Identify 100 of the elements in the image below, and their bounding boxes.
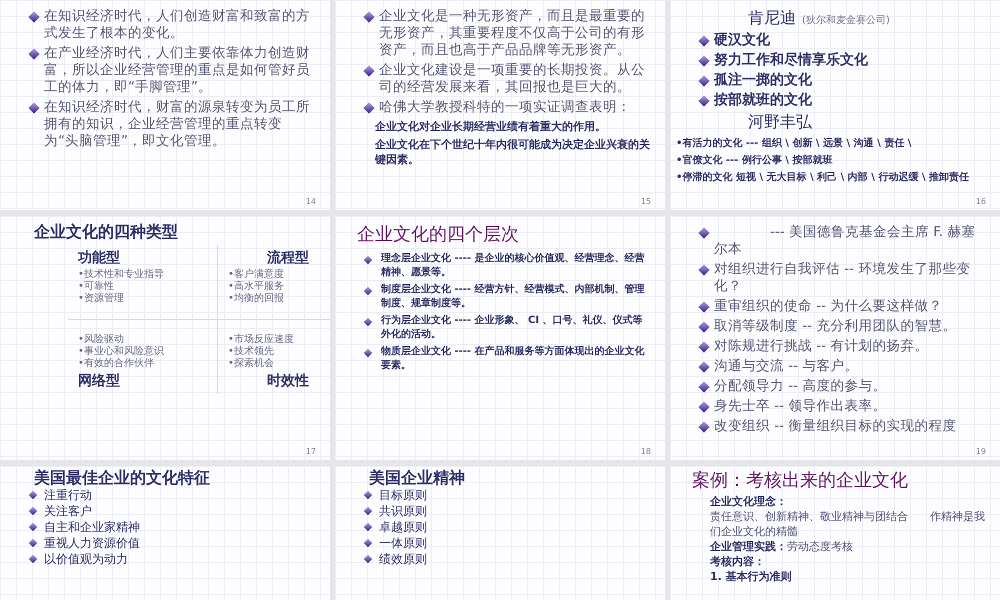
slide-text: 行为层企业文化 ---- 企业形象、 CI 、口号、礼仪、仪式等外化的活动。: [381, 314, 644, 342]
slide-text: 在知识经济时代，财富的源泉转变为员工所拥有的知识，企业经营管理的重点转变为“头脑管理”，即文化管理。: [44, 99, 311, 150]
slide-text: •可靠性: [78, 281, 115, 293]
diamond-bullet-icon: [364, 538, 372, 548]
slide-text: •高水平服务: [228, 281, 285, 292]
slide-number: 15: [640, 197, 651, 206]
slide-text: •官僚文化 --- 例行公事 \ 按部就班: [676, 153, 834, 167]
diamond-bullet-icon: [363, 65, 375, 77]
slide-text: 取消等级制度 -- 充分利用团队的智慧。: [714, 318, 958, 335]
diamond-bullet-icon: [364, 348, 372, 358]
diamond-bullet-icon: [28, 48, 40, 60]
diamond-bullet-icon: [698, 381, 710, 393]
diamond-bullet-icon: [698, 55, 710, 67]
slide-text: 在产业经济时代，人们主要依靠体力创造财富，所以企业经营管理的重点是如何管好员工的体力，即“手脚管理”。: [44, 45, 311, 96]
diamond-bullet-icon: [698, 75, 710, 87]
heading-text: 河野丰弘: [748, 112, 812, 133]
slide-text: •有效的合作伙伴: [78, 358, 155, 370]
slide-text: 对陈规进行挑战 -- 有计划的扬弃。: [714, 338, 930, 355]
slide-text: 努力工作和尽情享乐文化: [714, 52, 869, 69]
slide-text: 在知识经济时代，人们创造财富和致富的方式发生了根本的变化。: [44, 8, 311, 42]
slide-title: 企业文化的四个层次: [357, 224, 520, 246]
slide-number: 17: [306, 447, 316, 456]
diamond-bullet-icon: [364, 522, 372, 532]
slide-text: •技术领先: [228, 346, 275, 358]
slide-text: 按部就班的文化: [714, 92, 813, 109]
slide-text: •均衡的回报: [228, 293, 285, 305]
slide-text: 重审组织的使命 -- 为什么要这样做？: [714, 298, 944, 315]
diamond-bullet-icon: [363, 11, 375, 23]
slide-text: 企业文化对企业长期经营业绩有着重大的作用。: [375, 119, 607, 134]
slide-text: 沟通与交流 -- 与客户。: [714, 358, 860, 375]
diamond-bullet-icon: [698, 95, 710, 107]
diamond-bullet-icon: [28, 538, 38, 548]
slide-text: 对组织进行自我评估 -- 环境发生了那些变化？: [714, 261, 972, 295]
diamond-bullet-icon: [698, 227, 710, 239]
quadrant-title: 功能型: [78, 249, 121, 267]
slide-text: 身先士卒 -- 领导作出表率。: [714, 398, 888, 415]
diamond-bullet-icon: [364, 490, 372, 500]
heading-note: (狄尔和麦金赛公司): [802, 14, 890, 27]
diamond-bullet-icon: [28, 11, 40, 23]
slide-text: •有活力的文化 --- 组织 \ 创新 \ 远景 \ 沟通 \ 责任 \: [676, 136, 912, 150]
diamond-bullet-icon: [28, 522, 38, 532]
slide-title: 案例：考核出来的企业文化: [692, 470, 909, 492]
diamond-bullet-icon: [363, 102, 375, 114]
slide-text: 一体原则: [379, 535, 428, 551]
slide-text: •停滞的文化 短视 \ 无大目标 \ 利己 \ 内部 \ 行动迟缓 \ 推卸责任: [676, 170, 970, 184]
slide-text: •探索机会: [228, 358, 275, 370]
slide-text: 分配领导力 -- 高度的参与。: [714, 378, 888, 395]
heading-text: 肯尼迪: [748, 8, 796, 29]
diamond-bullet-icon: [364, 286, 372, 296]
slide-text: •技术性和专业指导: [78, 269, 165, 280]
slide-number: 18: [640, 447, 651, 456]
slide-text: 目标原则: [379, 487, 428, 503]
slide-text: 绩效原则: [379, 551, 428, 567]
slide-title: 美国最佳企业的文化特征: [32, 470, 211, 485]
slide-text: 物质层企业文化 ---- 在产品和服务等方面体现出的企业文化要素。: [381, 345, 646, 373]
diamond-bullet-icon: [364, 318, 372, 326]
slide-text: 企业文化在下个世纪十年内很可能成为决定企业兴衰的关键因素。: [375, 137, 651, 167]
diamond-bullet-icon: [28, 554, 38, 564]
slide-text: •市场反应速度: [228, 334, 295, 346]
slide-text: 以价值观为动力: [44, 551, 129, 567]
slide-title: 美国企业精神: [368, 470, 466, 485]
slide-title: 企业文化的四种类型: [32, 224, 179, 239]
slide-text: 企业管理实践：劳动态度考核: [710, 539, 854, 554]
diamond-bullet-icon: [364, 554, 372, 564]
diamond-bullet-icon: [698, 264, 710, 276]
diamond-bullet-icon: [28, 102, 40, 114]
slide-text: 自主和企业家精神: [44, 519, 141, 535]
diamond-bullet-icon: [698, 341, 710, 353]
diamond-bullet-icon: [364, 256, 372, 264]
slide-text: 考核内容：: [710, 554, 766, 569]
diamond-bullet-icon: [698, 35, 710, 47]
slide-text: 企业文化建设是一项重要的长期投资。从公司的经营发展来看，其回报也是巨大的。: [379, 62, 646, 96]
diamond-bullet-icon: [698, 401, 710, 413]
slide-text: •风险驱动: [78, 334, 125, 346]
slide-text: 硬汉文化: [714, 32, 771, 49]
slide-text: 改变组织 -- 衡量组织目标的实现的程度: [714, 418, 958, 435]
slide-text: •客户满意度: [228, 269, 285, 280]
slide-text: 哈佛大学教授科特的一项实证调查表明：: [379, 99, 632, 116]
quadrant-title: 流程型: [266, 249, 310, 267]
slide-text: 理念层企业文化 ---- 是企业的核心价值观、经营理念、经营精神、愿景等。: [381, 252, 646, 280]
slide-text: 1. 基本行为准则: [710, 569, 793, 584]
slide-text: •资源管理: [78, 293, 125, 305]
slide-number: 19: [976, 447, 986, 456]
diamond-bullet-icon: [698, 421, 710, 433]
slide-text: 卓越原则: [379, 519, 428, 535]
slide-text: 重视人力资源价值: [44, 535, 141, 551]
slide-text: 企业文化是一种无形资产，而且是最重要的无形资产，其重要程度不仅高于公司的有形资产，而且也高于产品品牌等无形资产。: [379, 8, 646, 59]
slide-text: 企业文化理念：: [710, 494, 788, 509]
slide-number: 16: [976, 197, 986, 206]
slide-text: 共识原则: [379, 503, 428, 519]
slide-text: 孤注一掷的文化: [714, 72, 813, 89]
diamond-bullet-icon: [698, 301, 710, 313]
diamond-bullet-icon: [698, 361, 710, 373]
quadrant-title: 时效性: [266, 372, 310, 390]
diamond-bullet-icon: [28, 506, 38, 516]
diamond-bullet-icon: [28, 490, 38, 500]
slide-text: --- 美国德鲁克基金会主席 F. 赫塞尔本: [714, 224, 976, 258]
diamond-bullet-icon: [364, 506, 372, 516]
slide-text: 关注客户: [44, 503, 93, 519]
quadrant-title: 网络型: [78, 372, 121, 390]
